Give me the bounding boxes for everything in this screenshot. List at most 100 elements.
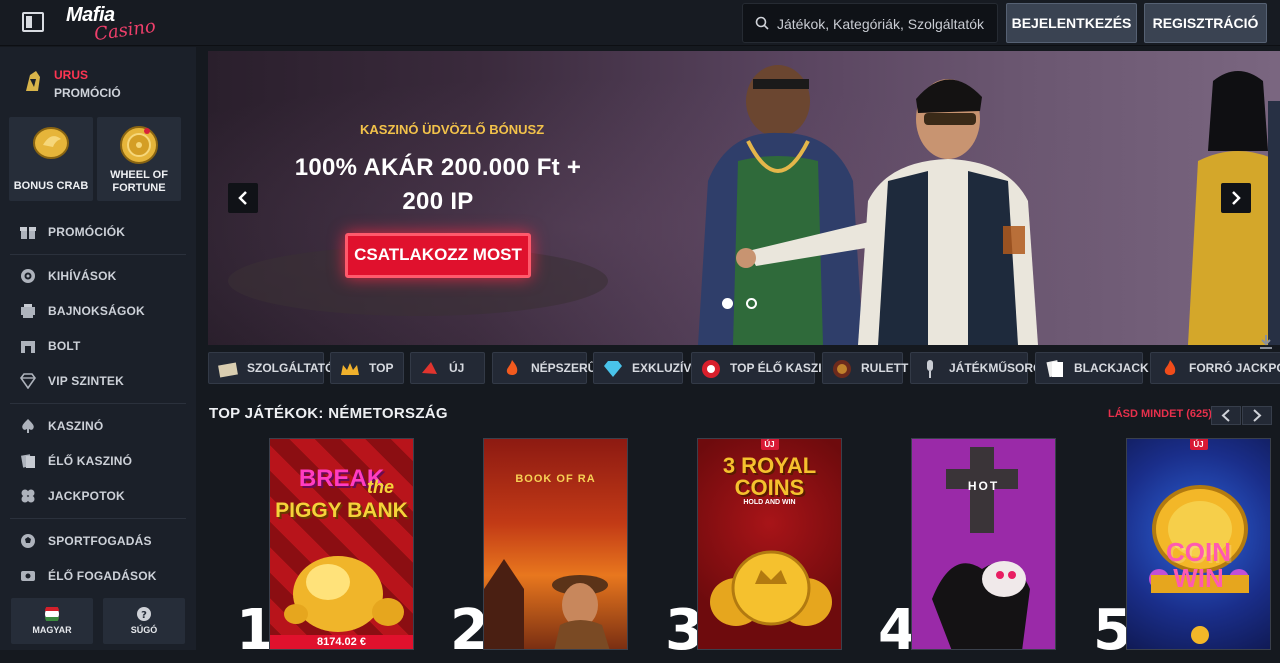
- logo[interactable]: Mafia Casino: [66, 4, 162, 45]
- category-exclusive[interactable]: EXKLUZÍV: [593, 352, 691, 384]
- rank-number: 1: [236, 598, 275, 663]
- gift-icon: [20, 227, 36, 239]
- divider: [10, 254, 186, 255]
- help-label: SÚGÓ: [130, 625, 158, 635]
- game-card-book-of-ra[interactable]: BOOK OF RA: [483, 438, 628, 650]
- game-card-break-the-piggy-bank[interactable]: BREAK the PIGGY BANK 8174.02 €: [269, 438, 414, 650]
- category-label: FORRÓ JACKPOTOK: [1189, 361, 1280, 375]
- urus-promo[interactable]: URUS PROMÓCIÓ: [22, 65, 182, 101]
- sidebar-item-shop[interactable]: BOLT: [20, 337, 190, 357]
- see-all-link[interactable]: LÁSD MINDET (625): [1108, 408, 1212, 420]
- category-popular[interactable]: NÉPSZERŰ: [492, 352, 596, 384]
- cards-icon: [1046, 360, 1063, 378]
- hero-headline: 100% AKÁR 200.000 Ft + 200 IP: [294, 154, 582, 215]
- category-blackjack[interactable]: BLACKJACK: [1035, 352, 1149, 384]
- sidebar-item-label: SPORTFOGADÁS: [48, 534, 152, 548]
- game-card-hot-rodent[interactable]: ÚJ HOT: [911, 438, 1056, 650]
- new-badge: ÚJ: [760, 439, 779, 450]
- category-hot-jackpots[interactable]: FORRÓ JACKPOTOK: [1150, 352, 1280, 384]
- games-prev-button[interactable]: [1211, 406, 1241, 425]
- hero-subtitle: KASZINÓ ÜDVÖZLŐ BÓNUSZ: [360, 122, 545, 137]
- category-label: RULETT: [861, 361, 909, 375]
- svg-text:?: ?: [141, 610, 147, 621]
- bonus-crab-tile[interactable]: BONUS CRAB: [9, 117, 93, 201]
- sidebar-item-casino[interactable]: KASZINÓ: [20, 417, 190, 437]
- hungary-flag-icon: [45, 607, 59, 621]
- game-card-coin-win[interactable]: ÚJ COIN WIN: [1126, 438, 1271, 650]
- sidebar-item-label: JACKPOTOK: [48, 489, 125, 503]
- carousel-dot[interactable]: [746, 298, 757, 309]
- sidebar-item-label: KASZINÓ: [48, 419, 104, 433]
- rank-number: 4: [878, 598, 917, 663]
- explorer-illustration: [484, 559, 610, 649]
- top-bar: Mafia Casino Játékok, Kategóriák, Szolgá…: [0, 0, 1280, 46]
- tile-label: BONUS CRAB: [13, 180, 89, 192]
- category-bar: SZOLGÁLTATÓK TOP ÚJ NÉPSZERŰ EXKLUZÍV TO…: [208, 352, 1280, 384]
- spade-icon: [22, 419, 34, 433]
- sidebar-item-tournaments[interactable]: BAJNOKSÁGOK: [20, 302, 190, 322]
- category-top[interactable]: TOP: [330, 352, 404, 384]
- sidebar-item-sportsbook[interactable]: SPORTFOGADÁS: [20, 532, 190, 552]
- register-button[interactable]: REGISZTRÁCIÓ: [1144, 3, 1267, 43]
- games-next-button[interactable]: [1242, 406, 1272, 425]
- jackpot-amount: 8174.02 €: [270, 635, 413, 649]
- sidebar-item-challenges[interactable]: KIHÍVÁSOK: [20, 267, 190, 287]
- category-top-live-casino[interactable]: TOP ÉLŐ KASZINÓ: [691, 352, 840, 384]
- sidebar-item-vip[interactable]: VIP SZINTEK: [20, 372, 190, 392]
- carousel-dots: [722, 298, 762, 310]
- hero-banner[interactable]: KASZINÓ ÜDVÖZLŐ BÓNUSZ 100% AKÁR 200.000…: [208, 51, 1280, 345]
- small-coin-icon: [1191, 626, 1209, 644]
- category-roulette[interactable]: RULETT: [822, 352, 908, 384]
- search-input[interactable]: Játékok, Kategóriák, Szolgáltatók: [742, 3, 998, 43]
- category-game-shows[interactable]: JÁTÉKMŰSOROK: [910, 352, 1051, 384]
- category-label: EXKLUZÍV: [632, 361, 692, 375]
- sidebar-toggle-icon[interactable]: [22, 12, 44, 32]
- sidebar-item-promotions[interactable]: PROMÓCIÓK: [20, 223, 190, 243]
- game-title-line2: WIN: [1173, 563, 1224, 593]
- game-title: HOT: [967, 479, 1000, 493]
- cat-cross-illustration: [912, 439, 1055, 649]
- shop-icon: [21, 341, 35, 353]
- new-badge: ÚJ: [1189, 439, 1208, 450]
- category-new[interactable]: ÚJ: [410, 352, 485, 384]
- divider: [10, 403, 186, 404]
- box-icon: [218, 362, 238, 378]
- flame-icon: [1164, 360, 1176, 375]
- diamond-icon: [20, 373, 36, 389]
- chevron-left-icon: [1221, 409, 1230, 422]
- fire-icon: [506, 360, 518, 375]
- sidebar-item-live-casino[interactable]: ÉLŐ KASZINÓ: [20, 452, 190, 472]
- help-button[interactable]: ? SÚGÓ: [103, 598, 185, 644]
- gem-icon: [604, 361, 622, 377]
- download-icon[interactable]: [1258, 334, 1274, 350]
- promo-title: URUS: [54, 68, 89, 82]
- piggy-bank-icon: [284, 556, 404, 632]
- tile-label: WHEEL OF FORTUNE: [110, 169, 168, 194]
- trophy-icon: [21, 304, 35, 318]
- sidebar-item-label: BAJNOKSÁGOK: [48, 304, 145, 318]
- sidebar-item-live-betting[interactable]: ÉLŐ FOGADÁSOK: [20, 567, 190, 587]
- join-now-button[interactable]: CSATLAKOZZ MOST: [345, 233, 531, 278]
- wheel-of-fortune-tile[interactable]: WHEEL OF FORTUNE: [97, 117, 181, 201]
- crab-coin-icon: [33, 127, 69, 159]
- game-title-sub: the: [367, 477, 394, 497]
- divider: [10, 518, 186, 519]
- chip-icon: [702, 360, 720, 378]
- horn-icon: [422, 362, 437, 374]
- game-card-3-royal-coins[interactable]: ÚJ 3 ROYAL COINS HOLD AND WIN: [697, 438, 842, 650]
- hero-prev-button[interactable]: [228, 183, 258, 213]
- language-button[interactable]: MAGYAR: [11, 598, 93, 644]
- sidebar-item-jackpots[interactable]: JACKPOTOK: [20, 487, 190, 507]
- chevron-right-icon: [1232, 191, 1241, 205]
- category-providers[interactable]: SZOLGÁLTATÓK: [208, 352, 343, 384]
- login-button[interactable]: BEJELENTKEZÉS: [1006, 3, 1137, 43]
- rank-number: 5: [1093, 598, 1132, 663]
- target-icon: [21, 269, 35, 283]
- language-label: MAGYAR: [32, 625, 72, 635]
- sidebar-item-label: VIP SZINTEK: [48, 374, 124, 388]
- roulette-icon: [833, 360, 851, 378]
- category-label: NÉPSZERŰ: [531, 361, 597, 375]
- hero-next-button[interactable]: [1221, 183, 1251, 213]
- carousel-dot-active[interactable]: [722, 298, 733, 309]
- sidebar-item-label: PROMÓCIÓK: [48, 225, 126, 239]
